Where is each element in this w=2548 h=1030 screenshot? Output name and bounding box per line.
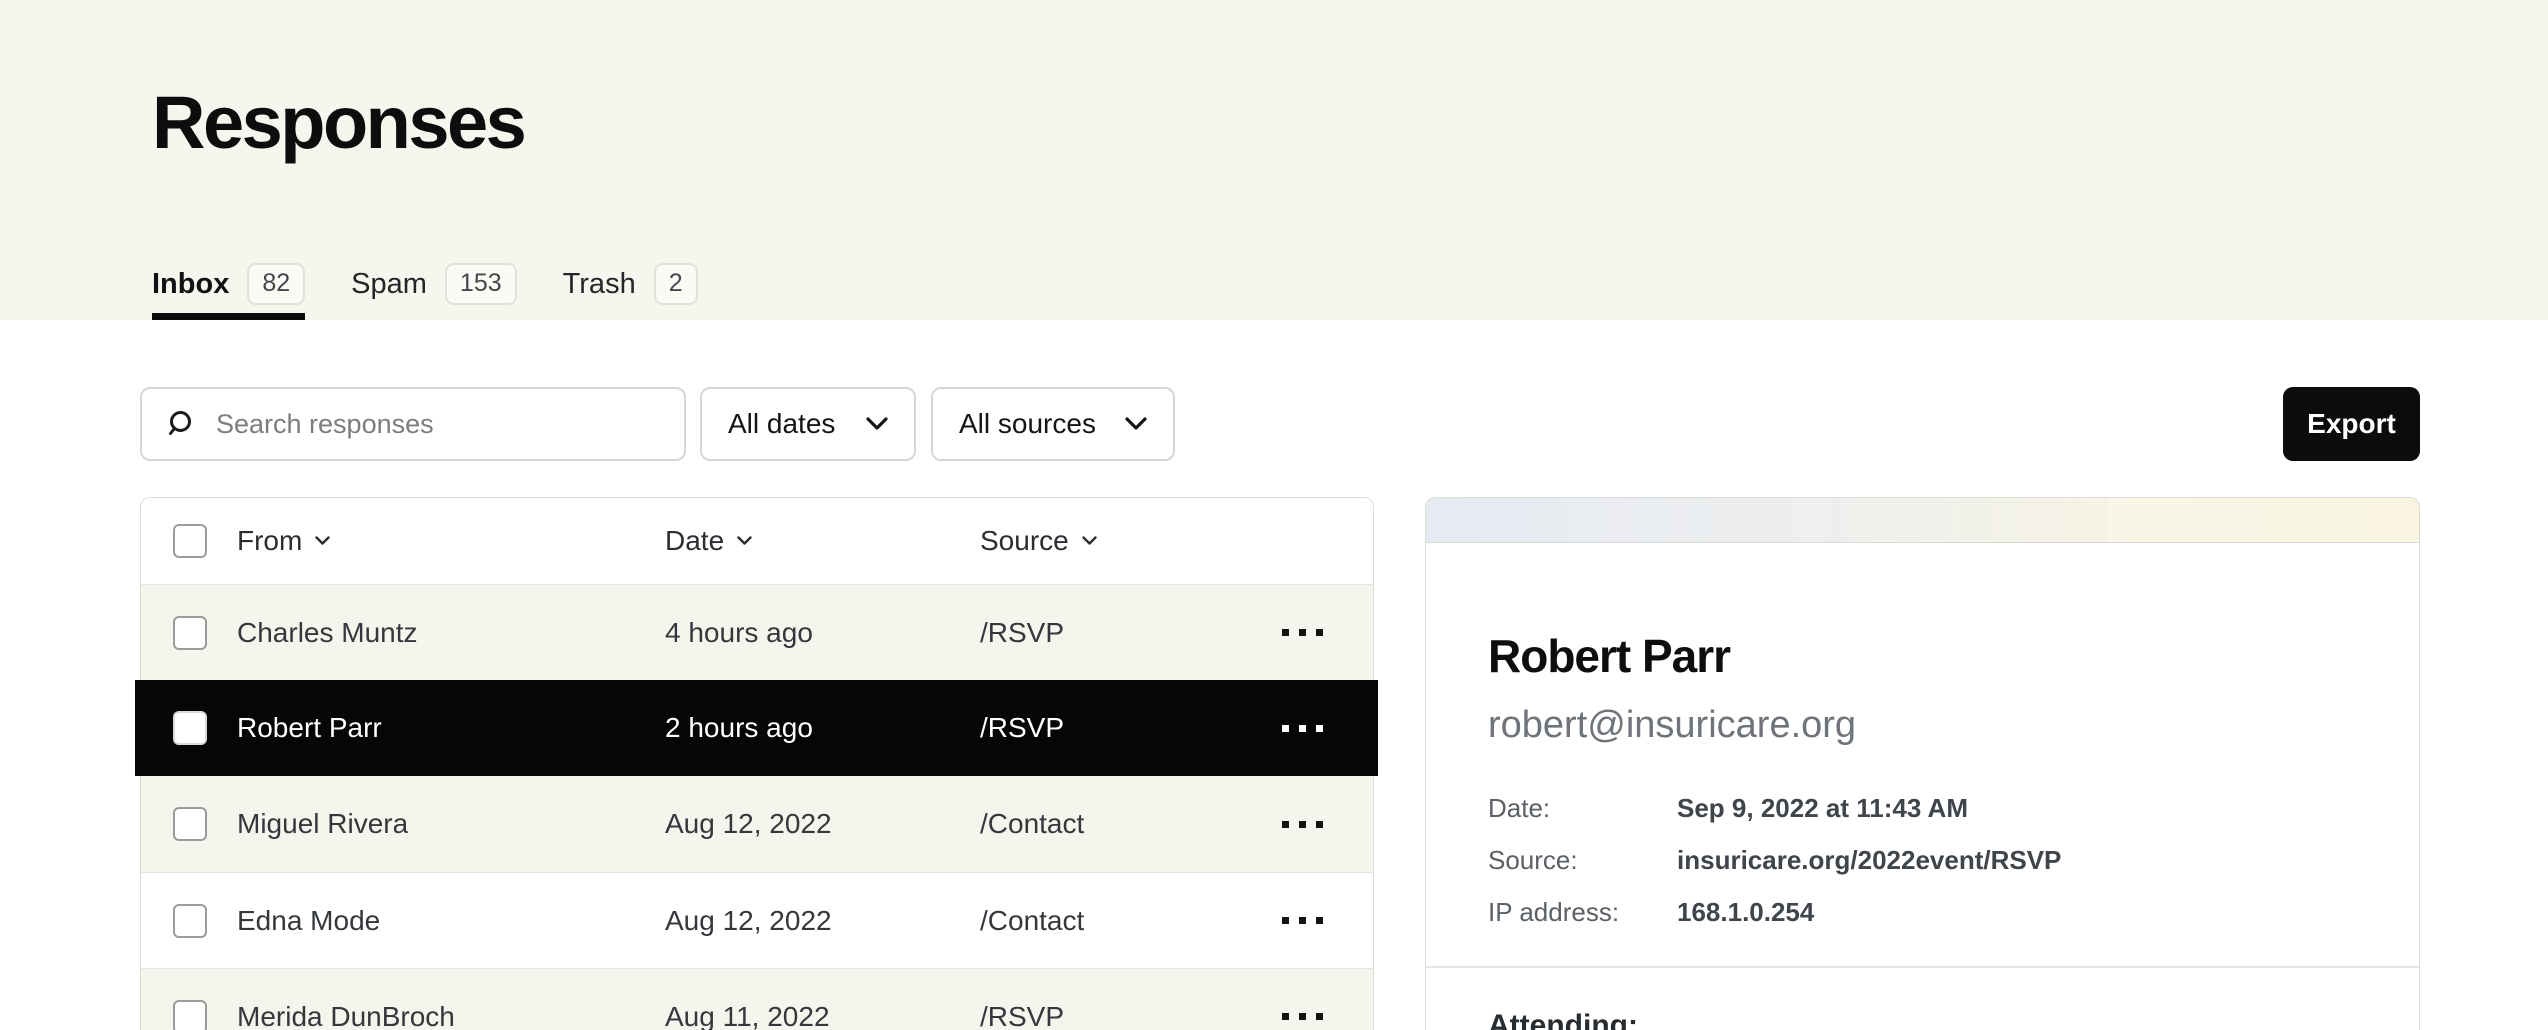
tab-inbox-label: Inbox xyxy=(152,268,229,301)
tab-trash-count-badge: 2 xyxy=(654,263,698,305)
table-row[interactable]: Miguel Rivera Aug 12, 2022 /Contact xyxy=(141,776,1373,872)
row-menu-icon[interactable] xyxy=(1276,911,1329,930)
from-column-label: From xyxy=(237,525,302,557)
row-source: /RSVP xyxy=(980,712,1263,744)
detail-divider xyxy=(1426,966,2419,968)
row-from: Robert Parr xyxy=(237,712,665,744)
row-date: Aug 12, 2022 xyxy=(665,808,980,840)
tab-spam-label: Spam xyxy=(351,268,427,301)
response-metadata: Date: Sep 9, 2022 at 11:43 AM Source: in… xyxy=(1488,793,2357,928)
source-filter-dropdown[interactable]: All sources xyxy=(931,387,1175,461)
row-menu-icon[interactable] xyxy=(1276,719,1329,738)
respondent-name: Robert Parr xyxy=(1488,629,2357,683)
detail-panel-gradient-band xyxy=(1426,498,2419,543)
row-checkbox[interactable] xyxy=(173,807,207,841)
sort-date-header[interactable]: Date xyxy=(665,525,980,557)
row-source: /Contact xyxy=(980,808,1263,840)
attending-heading: Attending: xyxy=(1488,1009,2357,1030)
tab-inbox[interactable]: Inbox 82 xyxy=(152,248,305,320)
meta-ip-label: IP address: xyxy=(1488,897,1677,928)
row-source: /Contact xyxy=(980,905,1263,937)
row-date: 4 hours ago xyxy=(665,617,980,649)
row-source: /RSVP xyxy=(980,617,1263,649)
row-date: Aug 11, 2022 xyxy=(665,1001,980,1030)
date-filter-value: All dates xyxy=(728,408,835,440)
search-icon xyxy=(166,408,198,440)
export-button[interactable]: Export xyxy=(2283,387,2420,461)
chevron-down-icon xyxy=(737,536,752,546)
date-filter-dropdown[interactable]: All dates xyxy=(700,387,916,461)
table-row-selected[interactable]: Robert Parr 2 hours ago /RSVP xyxy=(135,680,1378,776)
row-menu-icon[interactable] xyxy=(1276,1007,1329,1026)
tab-inbox-count-badge: 82 xyxy=(247,263,305,305)
detail-panel-content: Robert Parr robert@insuricare.org Date: … xyxy=(1426,629,2419,1030)
row-from: Edna Mode xyxy=(237,905,665,937)
select-all-checkbox[interactable] xyxy=(173,524,207,558)
tab-spam[interactable]: Spam 153 xyxy=(351,248,516,320)
sort-from-header[interactable]: From xyxy=(237,525,665,557)
meta-date-value: Sep 9, 2022 at 11:43 AM xyxy=(1677,793,2357,824)
chevron-down-icon xyxy=(866,417,888,431)
tab-trash[interactable]: Trash 2 xyxy=(563,248,698,320)
respondent-email: robert@insuricare.org xyxy=(1488,704,2357,747)
row-source: /RSVP xyxy=(980,1001,1263,1030)
chevron-down-icon xyxy=(1082,536,1097,546)
tab-trash-label: Trash xyxy=(563,268,636,301)
tab-spam-count-badge: 153 xyxy=(445,263,517,305)
meta-source-label: Source: xyxy=(1488,845,1677,876)
date-column-label: Date xyxy=(665,525,724,557)
table-row[interactable]: Edna Mode Aug 12, 2022 /Contact xyxy=(141,872,1373,968)
row-menu-icon[interactable] xyxy=(1276,623,1329,642)
chevron-down-icon xyxy=(1125,417,1147,431)
chevron-down-icon xyxy=(315,536,330,546)
row-date: 2 hours ago xyxy=(665,712,980,744)
table-header-row: From Date Source xyxy=(141,498,1373,584)
source-filter-value: All sources xyxy=(959,408,1096,440)
page-title: Responses xyxy=(152,86,524,160)
table-row[interactable]: Charles Muntz 4 hours ago /RSVP xyxy=(141,584,1373,680)
row-from: Miguel Rivera xyxy=(237,808,665,840)
mailbox-tabs: Inbox 82 Spam 153 Trash 2 xyxy=(152,248,698,320)
meta-source-value: insuricare.org/2022event/RSVP xyxy=(1677,845,2357,876)
row-from: Merida DunBroch xyxy=(237,1001,665,1030)
row-checkbox[interactable] xyxy=(173,904,207,938)
page-header: Responses Inbox 82 Spam 153 Trash 2 xyxy=(0,0,2548,320)
row-checkbox[interactable] xyxy=(173,711,207,745)
search-input[interactable] xyxy=(216,409,660,440)
responses-page: Responses Inbox 82 Spam 153 Trash 2 xyxy=(0,0,2548,1030)
sort-source-header[interactable]: Source xyxy=(980,525,1263,557)
row-from: Charles Muntz xyxy=(237,617,665,649)
search-box[interactable] xyxy=(140,387,686,461)
row-date: Aug 12, 2022 xyxy=(665,905,980,937)
responses-table: From Date Source xyxy=(140,497,1374,1030)
row-menu-icon[interactable] xyxy=(1276,815,1329,834)
source-column-label: Source xyxy=(980,525,1069,557)
response-detail-panel: Robert Parr robert@insuricare.org Date: … xyxy=(1425,497,2420,1030)
meta-ip-value: 168.1.0.254 xyxy=(1677,897,2357,928)
row-checkbox[interactable] xyxy=(173,1000,207,1030)
meta-date-label: Date: xyxy=(1488,793,1677,824)
table-row[interactable]: Merida DunBroch Aug 11, 2022 /RSVP xyxy=(141,968,1373,1030)
row-checkbox[interactable] xyxy=(173,616,207,650)
